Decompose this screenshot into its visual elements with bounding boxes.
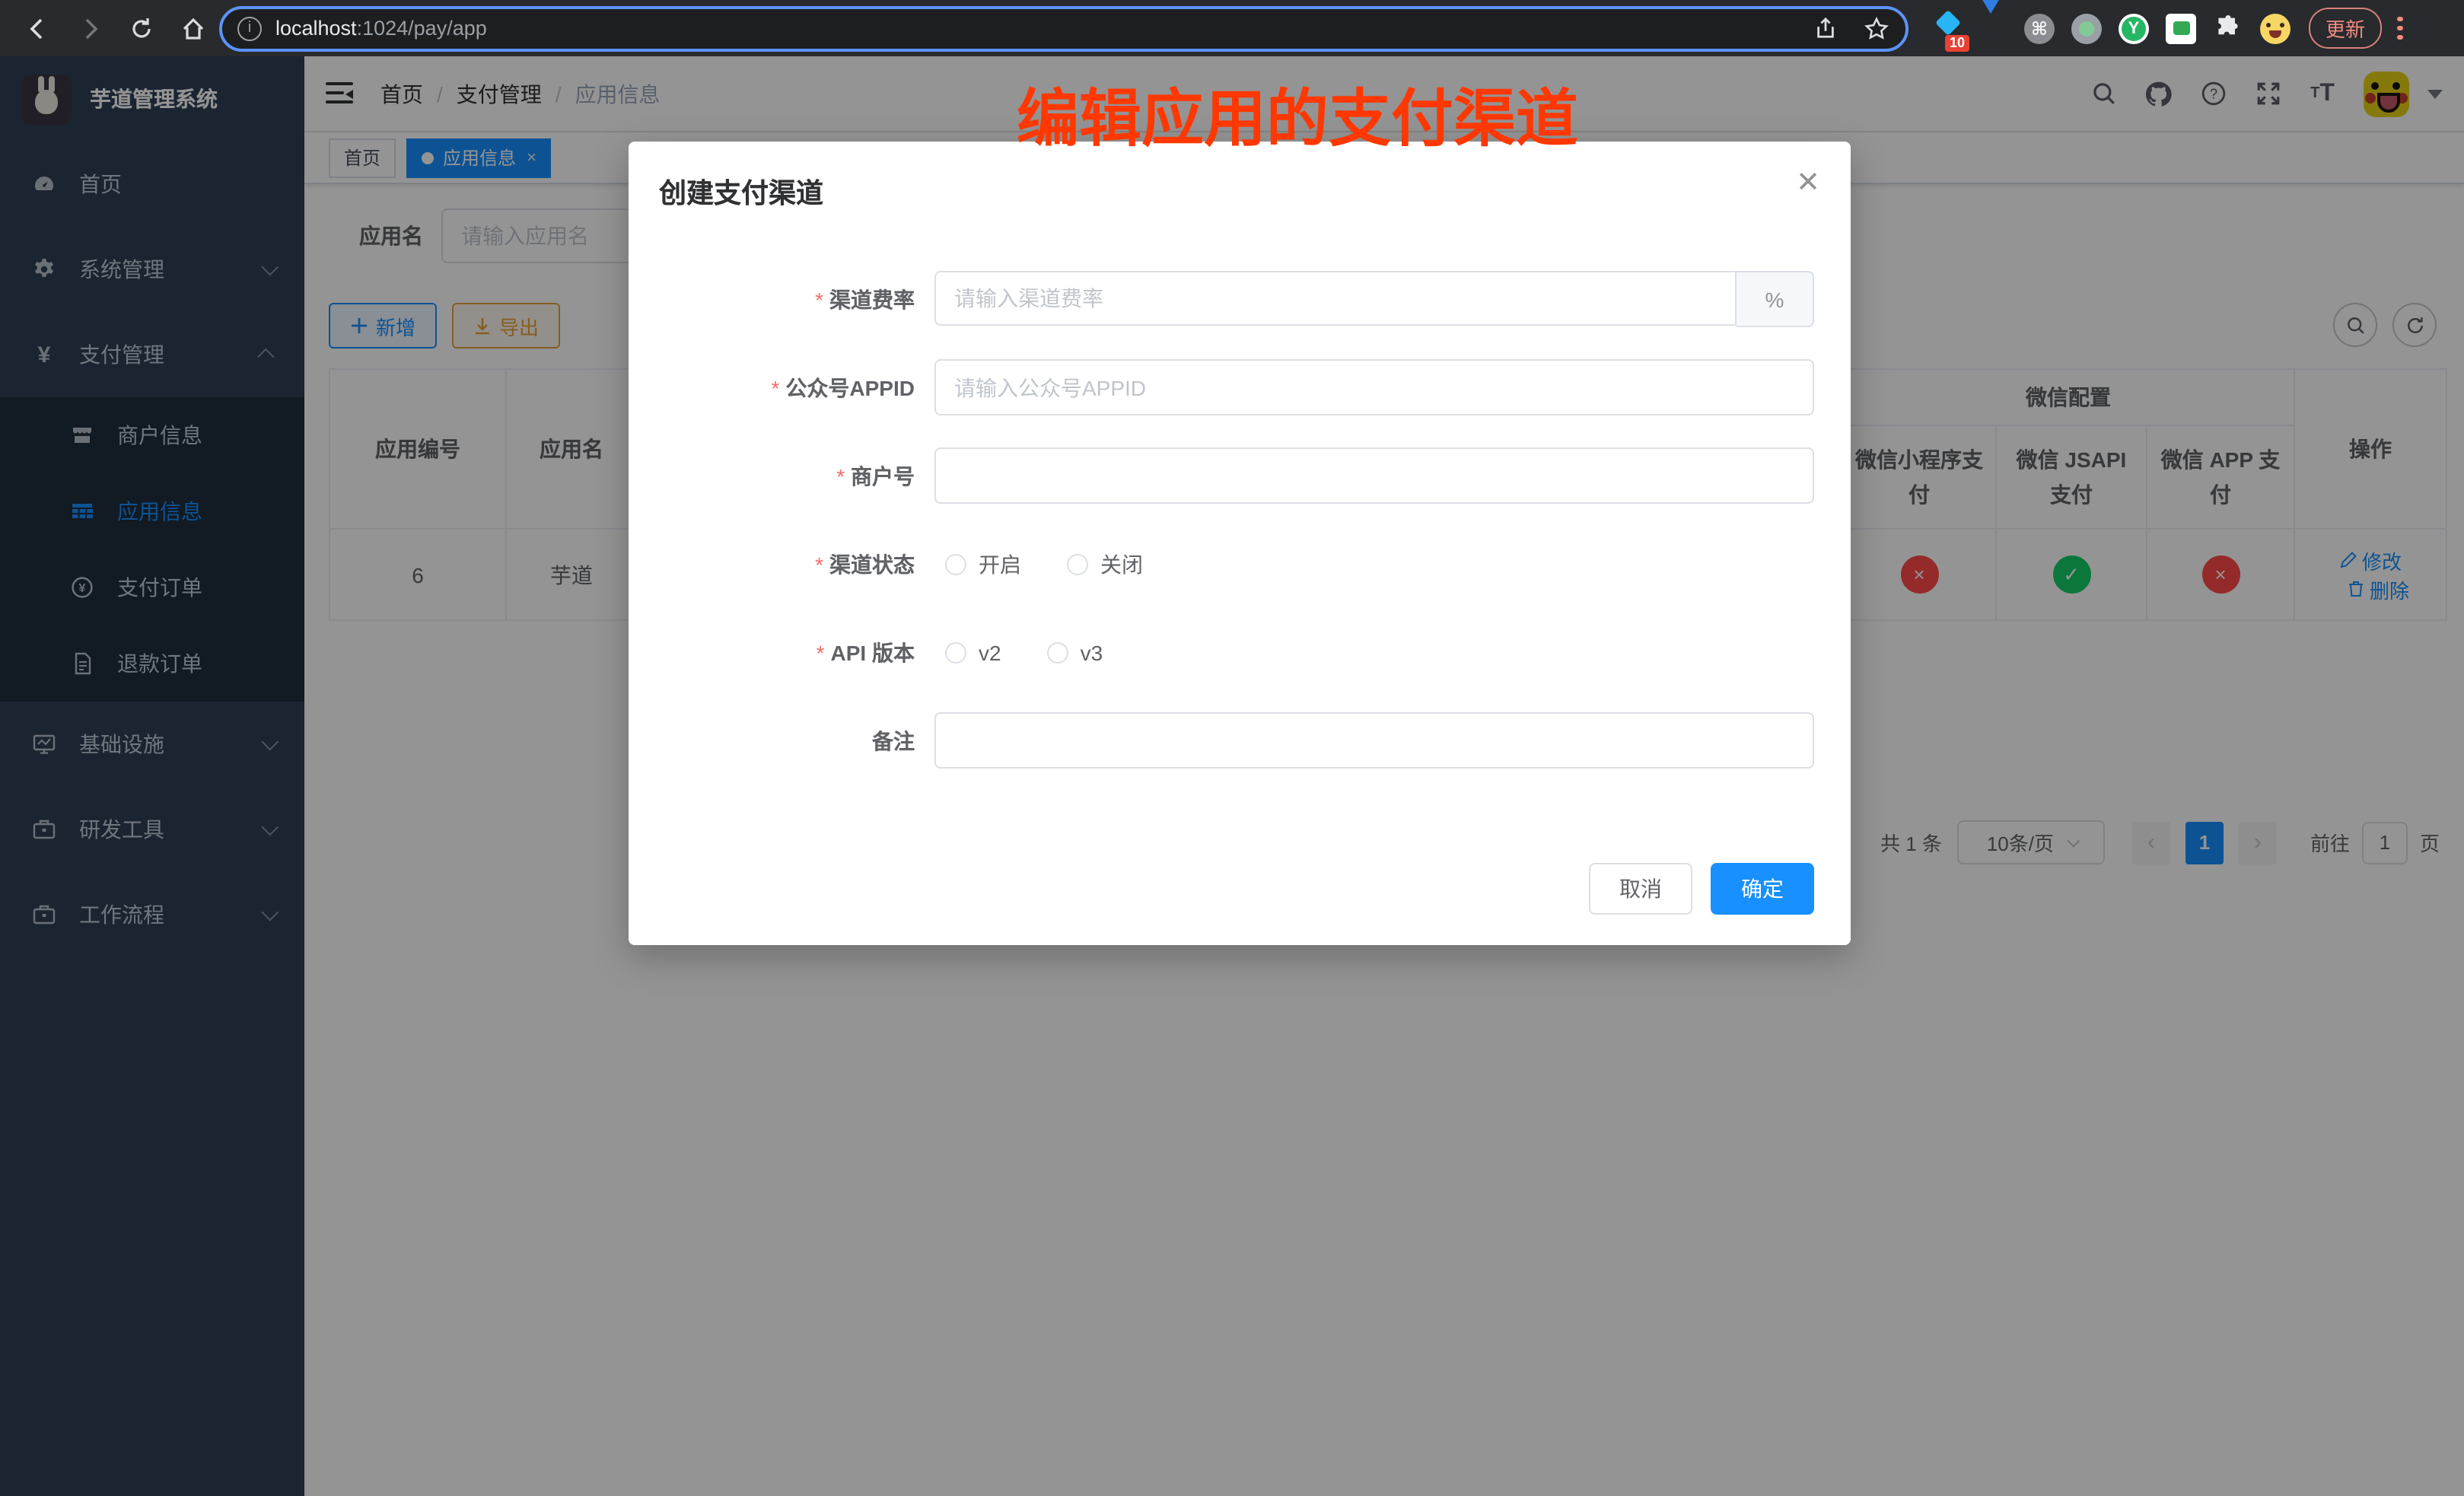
rate-label: 渠道费率	[629, 284, 934, 314]
extension-yuque-icon[interactable]	[2119, 13, 2149, 43]
percent-suffix: %	[1737, 271, 1814, 327]
browser-home-icon[interactable]	[180, 14, 207, 42]
browser-reload-icon[interactable]	[128, 14, 155, 42]
extension-balloon-icon[interactable]	[1977, 13, 2007, 43]
merchant-input[interactable]	[954, 463, 1794, 488]
radio-circle-icon	[1067, 553, 1088, 575]
form-row-remark: 备注	[629, 712, 1851, 769]
extensions-puzzle-icon[interactable]	[2213, 13, 2243, 43]
create-channel-dialog: 创建支付渠道 ✕ 渠道费率 % 公众号APPID 商户号 渠道状态	[629, 142, 1851, 945]
radio-circle-icon	[1047, 641, 1068, 663]
url-text: localhost:1024/pay/app	[275, 17, 1811, 40]
form-row-rate: 渠道费率 %	[629, 271, 1851, 327]
status-label: 渠道状态	[629, 549, 934, 579]
extension-command-icon[interactable]: ⌘	[2024, 13, 2055, 43]
browser-forward-icon[interactable]	[76, 14, 103, 42]
dialog-footer: 取消 确定	[1589, 863, 1814, 915]
site-info-icon[interactable]: i	[237, 16, 262, 40]
extension-axure-icon[interactable]: 10	[1930, 13, 1960, 43]
browser-back-icon[interactable]	[24, 14, 52, 42]
remark-label: 备注	[629, 725, 934, 756]
status-radio-closed[interactable]: 关闭	[1067, 549, 1143, 579]
radio-circle-icon	[945, 641, 966, 663]
browser-toolbar: i localhost:1024/pay/app 10 ⌘ 更新	[0, 0, 2464, 56]
browser-menu-icon[interactable]	[2397, 17, 2402, 40]
form-row-status: 渠道状态 开启 关闭	[629, 536, 1851, 592]
remark-input[interactable]	[954, 728, 1794, 753]
appid-label: 公众号APPID	[629, 372, 934, 403]
bookmark-star-icon[interactable]	[1863, 14, 1890, 42]
status-radio-open[interactable]: 开启	[945, 549, 1021, 579]
rate-input[interactable]	[954, 286, 1717, 310]
screenshot-root: i localhost:1024/pay/app 10 ⌘ 更新	[0, 0, 2464, 1496]
dialog-close-icon[interactable]: ✕	[1796, 169, 1820, 198]
form-row-merchant: 商户号	[629, 447, 1851, 504]
radio-circle-icon	[945, 553, 966, 575]
extension-chat-icon[interactable]	[2166, 13, 2196, 43]
dialog-body: 渠道费率 % 公众号APPID 商户号 渠道状态 开启	[629, 271, 1851, 801]
dialog-title: 创建支付渠道	[659, 172, 823, 212]
form-row-appid: 公众号APPID	[629, 359, 1851, 415]
extension-badge: 10	[1945, 34, 1969, 51]
api-radio-v2[interactable]: v2	[945, 640, 1001, 664]
api-radio-v3[interactable]: v3	[1047, 640, 1103, 664]
share-icon[interactable]	[1811, 14, 1838, 42]
appid-input[interactable]	[954, 375, 1794, 399]
confirm-button[interactable]: 确定	[1711, 863, 1814, 915]
cancel-button[interactable]: 取消	[1589, 863, 1692, 915]
api-label: API 版本	[629, 637, 934, 667]
red-annotation-text: 编辑应用的支付渠道	[1017, 67, 1578, 158]
extension-green-dot-icon[interactable]	[2071, 13, 2102, 43]
profile-avatar-icon[interactable]	[2260, 13, 2291, 43]
merchant-label: 商户号	[629, 460, 934, 491]
browser-update-button[interactable]: 更新	[2309, 8, 2382, 49]
address-bar[interactable]: i localhost:1024/pay/app	[219, 5, 1908, 51]
form-row-api: API 版本 v2 v3	[629, 624, 1851, 680]
